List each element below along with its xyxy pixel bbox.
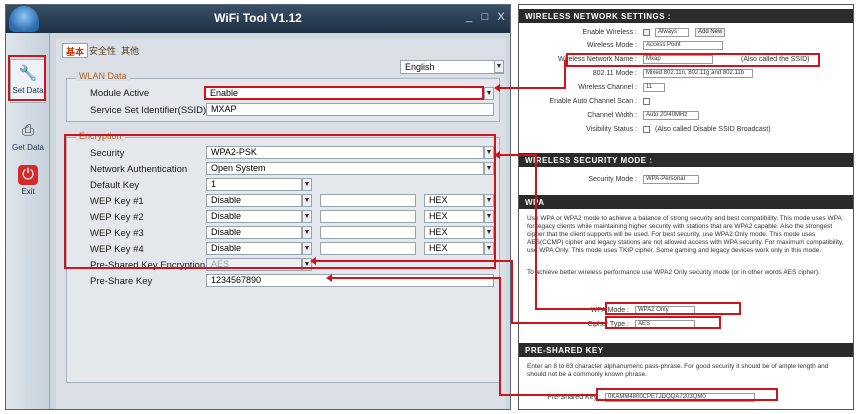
wireless-channel-select[interactable]: 11 [643,83,665,92]
language-value: English [405,62,435,72]
wireless-mode-select[interactable]: Access Point [643,41,723,50]
tab-security[interactable]: 安全性 [86,43,119,58]
highlight-encryption [64,134,496,269]
sidebar-item-exit[interactable]: ⏻ Exit [10,161,46,205]
highlight-cipher-type [605,316,721,329]
visibility-status-label: Visibility Status : [586,126,637,133]
visibility-note: (Also called Disable SSID Broadcast) [655,126,771,133]
visibility-checkbox[interactable] [643,126,650,133]
80211-mode-select[interactable]: Mixed 802.11n, 802.11g and 802.11b [643,69,753,78]
connector-security-to-wpa [535,308,605,310]
arrow-left-icon [310,257,316,265]
connector-security-v [535,154,537,309]
security-mode-header: WIRELESS SECURITY MODE : [519,153,853,167]
channel-width-select[interactable]: Auto 20/40MHz [643,111,699,120]
connector-psk-enc-v [511,260,513,323]
close-icon[interactable]: X [494,11,508,23]
highlight-set-data [8,55,46,101]
sidebar-item-label: Exit [21,187,35,196]
connector-psk-to-key [499,394,596,396]
security-mode-select[interactable]: WPA-Personal [643,175,699,184]
arrow-left-icon [494,151,500,159]
ssid-label: Service Set Identifier(SSID) [90,105,207,116]
auto-channel-checkbox[interactable] [643,98,650,105]
enable-wireless-label: Enable Wireless : [582,29,637,36]
module-active-label: Module Active [90,88,150,99]
sidebar-item-label: Get Data [11,143,44,152]
psk-description: Enter an 8 to 63 character alphanumeric … [527,363,829,378]
psk-input[interactable]: 1234567890 [206,274,494,287]
connector-psk-enc-to-cipher [511,322,605,324]
wpa-performance-note: To achieve better wireless performance u… [527,269,820,276]
connector-psk-enc-h [314,260,512,262]
security-mode-label: Security Mode : [588,176,637,183]
wlan-group-title: WLAN Data [76,71,130,81]
psk-header: PRE-SHARED KEY [519,343,853,357]
connector-security-h [496,154,536,156]
ssid-input[interactable]: MXAP [206,103,494,116]
arrow-left-icon [326,274,332,282]
tab-other[interactable]: 其他 [118,43,142,58]
psk-label: Pre-Share Key [90,276,153,287]
connector-ssid-h [496,87,566,89]
wireless-mode-label: Wireless Mode : [586,42,637,49]
wireless-settings-header: WIRELESS NETWORK SETTINGS : [519,9,853,23]
highlight-network-name [566,53,820,67]
arrow-left-icon [494,84,500,92]
module-active-select[interactable]: Enable [204,86,484,100]
connector-psk-v [499,277,501,395]
enable-wireless-schedule[interactable]: Always [655,28,689,37]
enable-wireless-checkbox[interactable] [643,29,650,36]
80211-mode-label: 802.11 Mode : [592,70,637,77]
wpa-description: Use WPA or WPA2 mode to achieve a balanc… [527,215,844,254]
language-select[interactable]: English [400,60,504,74]
minimize-icon[interactable]: _ [462,11,476,23]
sidebar-item-get-data[interactable]: ⎙ Get Data [10,117,46,161]
channel-width-label: Channel Width : [587,112,637,119]
title-bar: WiFi Tool V1.12 _ □ X [6,5,510,33]
highlight-wpa-mode [605,302,741,315]
auto-channel-label: Enable Auto Channel Scan : [549,98,637,105]
maximize-icon[interactable]: □ [478,11,492,23]
wpa-header: WPA [519,195,853,209]
connector-ssid-v [564,60,566,89]
printer-icon: ⎙ [21,122,34,139]
power-icon: ⏻ [18,165,38,185]
app-title: WiFi Tool V1.12 [214,11,302,25]
chevron-down-icon[interactable]: ▼ [494,60,504,73]
add-new-button[interactable]: Add New [695,28,725,37]
highlight-pre-shared-key [596,388,778,401]
connector-psk-h [330,277,500,279]
tab-basic[interactable]: 基本 [62,43,89,58]
chevron-down-icon[interactable]: ▼ [484,87,494,100]
